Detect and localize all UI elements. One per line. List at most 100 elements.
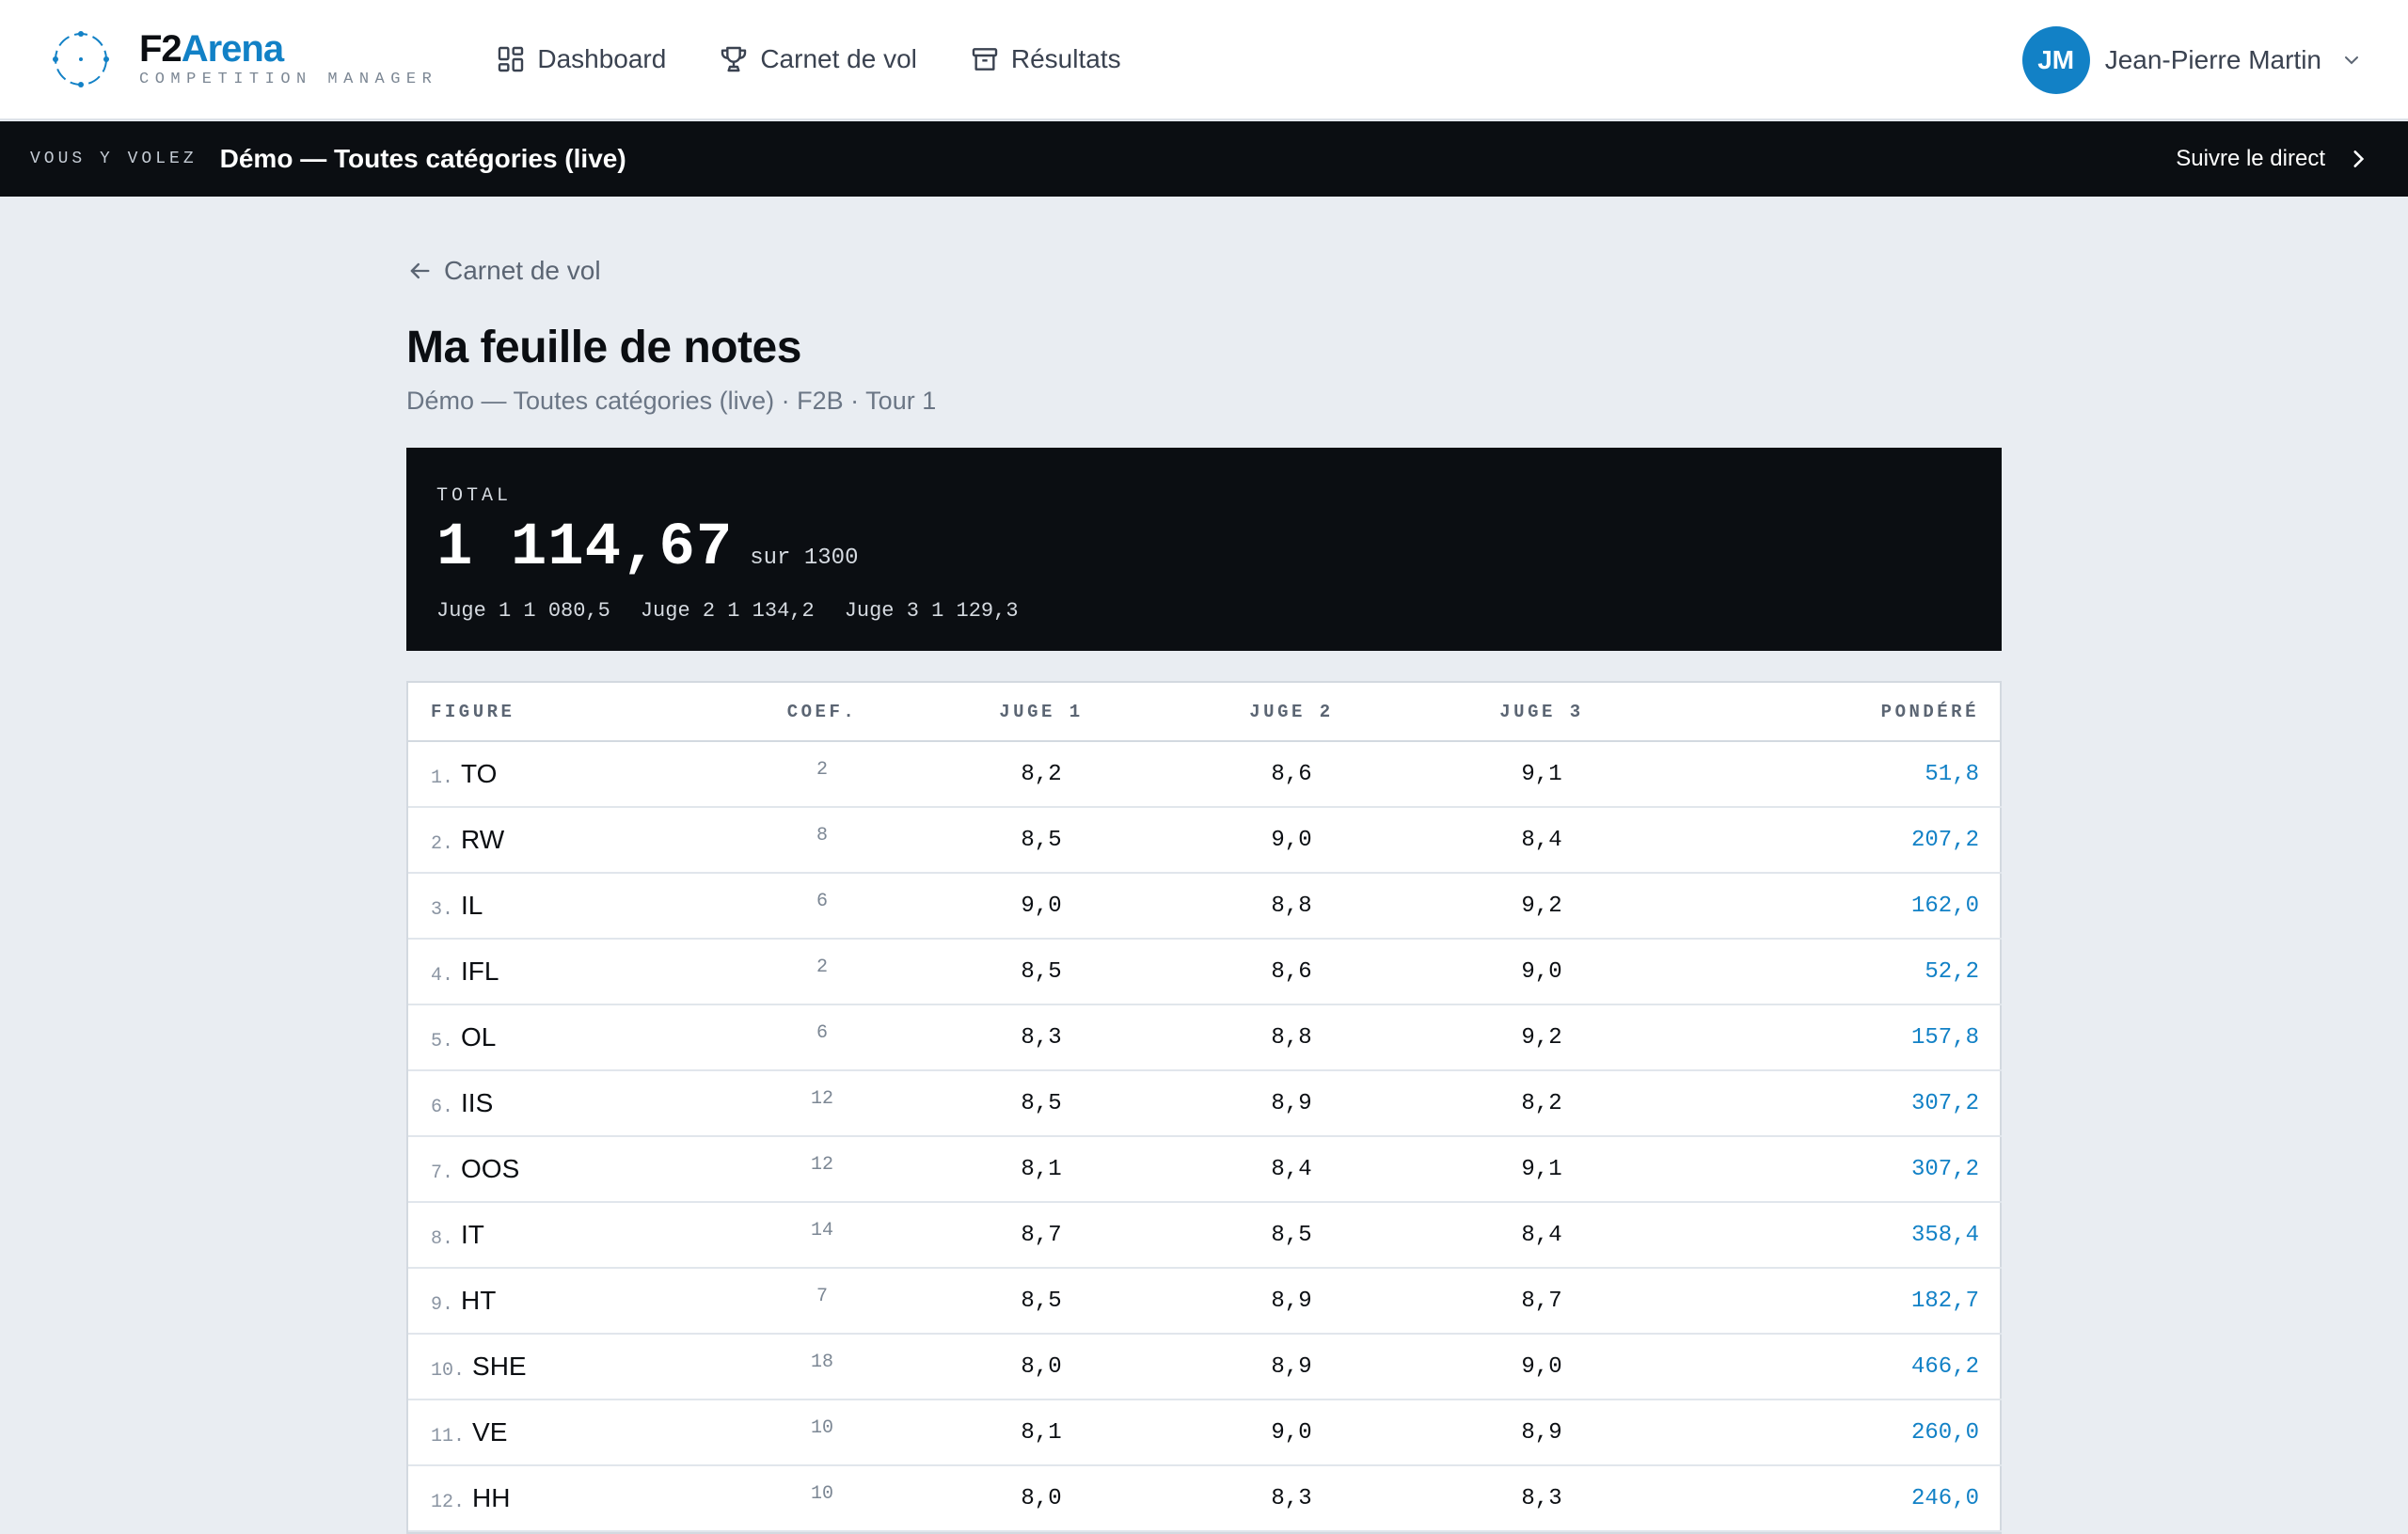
figure-number: 9. [431, 1294, 454, 1316]
judge-2-score: 8,5 [1166, 1202, 1417, 1269]
judge-2-score: 8,8 [1166, 1004, 1417, 1071]
table-row[interactable]: 5. OL 6 8,3 8,8 9,2 157,8 [408, 1004, 2002, 1071]
judge-1-score: 9,0 [916, 873, 1166, 940]
page-title: Ma feuille de notes [406, 323, 801, 372]
column-header-coef[interactable]: COEF. [728, 683, 916, 742]
coef-cell: 7 [728, 1268, 916, 1335]
judge-3-score: 9,1 [1417, 1136, 1667, 1203]
table-row[interactable]: 1. TO 2 8,2 8,6 9,1 51,8 [408, 741, 2002, 808]
table-row[interactable]: 4. IFL 2 8,5 8,6 9,0 52,2 [408, 939, 2002, 1005]
arrow-left-icon [410, 262, 430, 279]
chevron-right-icon [2353, 150, 2365, 167]
figure-number: 12. [431, 1492, 466, 1513]
weighted-score: 307,2 [1667, 1136, 2002, 1203]
user-menu[interactable]: JM Jean-Pierre Martin [2021, 26, 2363, 94]
column-header-figure[interactable]: FIGURE [408, 683, 728, 742]
chevron-down-icon [2345, 56, 2358, 65]
figure-cell: 2. RW [408, 807, 728, 874]
figure-name: IIS [461, 1088, 494, 1117]
nav-item-carnet-de-vol[interactable]: Carnet de vol [719, 44, 917, 74]
nav-item-dashboard[interactable]: Dashboard [496, 44, 666, 74]
column-header-judge-1[interactable]: JUGE 1 [916, 683, 1166, 742]
figure-number: 10. [431, 1360, 466, 1382]
figure-name: OOS [461, 1154, 520, 1183]
judge-2-score: 9,0 [1166, 1400, 1417, 1466]
judge-3-score: 9,0 [1417, 939, 1667, 1005]
column-header-judge-3[interactable]: JUGE 3 [1417, 683, 1667, 742]
column-header-judge-2[interactable]: JUGE 2 [1166, 683, 1417, 742]
judge-3-score: 9,2 [1417, 1004, 1667, 1071]
judge-2-score: 8,9 [1166, 1334, 1417, 1400]
weighted-score: 246,0 [1667, 1465, 2002, 1532]
user-name: Jean-Pierre Martin [2104, 45, 2321, 74]
judge-1-score: 8,0 [916, 1334, 1166, 1400]
table-row[interactable]: 2. RW 8 8,5 9,0 8,4 207,2 [408, 807, 2002, 874]
back-link-label: Carnet de vol [444, 256, 601, 285]
figure-cell: 1. TO [408, 741, 728, 808]
figure-number: 6. [431, 1097, 454, 1118]
table-row[interactable]: 10. SHE 18 8,0 8,9 9,0 466,2 [408, 1334, 2002, 1400]
figure-number: 4. [431, 965, 454, 987]
judge-3-score: 8,3 [1417, 1465, 1667, 1532]
figure-name: RW [461, 825, 505, 854]
nav-item-label: Résultats [1010, 44, 1121, 73]
table-row[interactable]: 12. HH 10 8,0 8,3 8,3 246,0 [408, 1465, 2002, 1532]
figure-cell: 4. IFL [408, 939, 728, 1005]
main-nav: Dashboard Carnet de vol Résultats [496, 44, 1173, 74]
nav-item-label: Dashboard [537, 44, 667, 73]
table-row[interactable]: 11. VE 10 8,1 9,0 8,9 260,0 [408, 1400, 2002, 1466]
coef-cell: 12 [728, 1136, 916, 1203]
judge-1-score: 8,3 [916, 1004, 1166, 1071]
judge-1-score: 8,5 [916, 1268, 1166, 1335]
judge-3-score: 9,1 [1417, 741, 1667, 808]
judge-2-score: 8,9 [1166, 1268, 1417, 1335]
follow-live-label: Suivre le direct [2176, 146, 2325, 171]
judge-1-score: 8,5 [916, 939, 1166, 1005]
figure-number: 5. [431, 1031, 454, 1052]
follow-live-link[interactable]: Suivre le direct [2176, 121, 2370, 197]
judge-3-score: 8,4 [1417, 1202, 1667, 1269]
back-link[interactable]: Carnet de vol [406, 256, 601, 286]
weighted-score: 182,7 [1667, 1268, 2002, 1335]
judge-1-score: 8,5 [916, 807, 1166, 874]
app-logo[interactable]: F2Arena COMPETITION MANAGER [51, 29, 437, 89]
figure-name: OL [461, 1022, 497, 1052]
avatar: JM [2021, 26, 2090, 94]
nav-item-resultats[interactable]: Résultats [970, 44, 1121, 74]
judge-1-score: 8,5 [916, 1070, 1166, 1137]
coef-cell: 10 [728, 1465, 916, 1532]
judge-totals: Juge 1 1 080,5 Juge 2 1 134,2 Juge 3 1 1… [436, 599, 1972, 623]
total-max: sur 1300 [750, 546, 859, 571]
scores-table-body: 1. TO 2 8,2 8,6 9,1 51,8 2. RW 8 8,5 9,0 8,4 207,2 3. I… [408, 741, 2002, 1532]
judge-1-score: 8,0 [916, 1465, 1166, 1532]
table-row[interactable]: 7. OOS 12 8,1 8,4 9,1 307,2 [408, 1136, 2002, 1203]
judge-1-score: 8,1 [916, 1136, 1166, 1203]
table-row[interactable]: 9. HT 7 8,5 8,9 8,7 182,7 [408, 1268, 2002, 1335]
figure-number: 7. [431, 1162, 454, 1184]
grid-icon [499, 46, 524, 72]
total-label: TOTAL [436, 485, 513, 507]
figure-number: 2. [431, 833, 454, 855]
judge-2-score: 9,0 [1166, 807, 1417, 874]
archive-icon [972, 48, 998, 71]
nav-item-label: Carnet de vol [760, 44, 917, 73]
main-content: Carnet de vol Ma feuille de notes Démo —… [406, 256, 2002, 1534]
figure-number: 3. [431, 899, 454, 921]
scores-table: FIGURE COEF. JUGE 1 JUGE 2 JUGE 3 PONDÉR… [408, 683, 2002, 1532]
scores-table-container: FIGURE COEF. JUGE 1 JUGE 2 JUGE 3 PONDÉR… [406, 681, 2002, 1534]
table-row[interactable]: 6. IIS 12 8,5 8,9 8,2 307,2 [408, 1070, 2002, 1137]
figure-name: IFL [461, 957, 499, 986]
weighted-score: 52,2 [1667, 939, 2002, 1005]
weighted-score: 157,8 [1667, 1004, 2002, 1071]
table-row[interactable]: 8. IT 14 8,7 8,5 8,4 358,4 [408, 1202, 2002, 1269]
column-header-weighted[interactable]: PONDÉRÉ [1667, 683, 2002, 742]
table-row[interactable]: 3. IL 6 9,0 8,8 9,2 162,0 [408, 873, 2002, 940]
total-value: 1 114,67 [436, 514, 734, 582]
judge-1-score: 8,7 [916, 1202, 1166, 1269]
judge-2-score: 8,9 [1166, 1070, 1417, 1137]
weighted-score: 358,4 [1667, 1202, 2002, 1269]
judge-2-score: 8,3 [1166, 1465, 1417, 1532]
coef-cell: 2 [728, 939, 916, 1005]
weighted-score: 207,2 [1667, 807, 2002, 874]
figure-name: IL [461, 891, 483, 920]
